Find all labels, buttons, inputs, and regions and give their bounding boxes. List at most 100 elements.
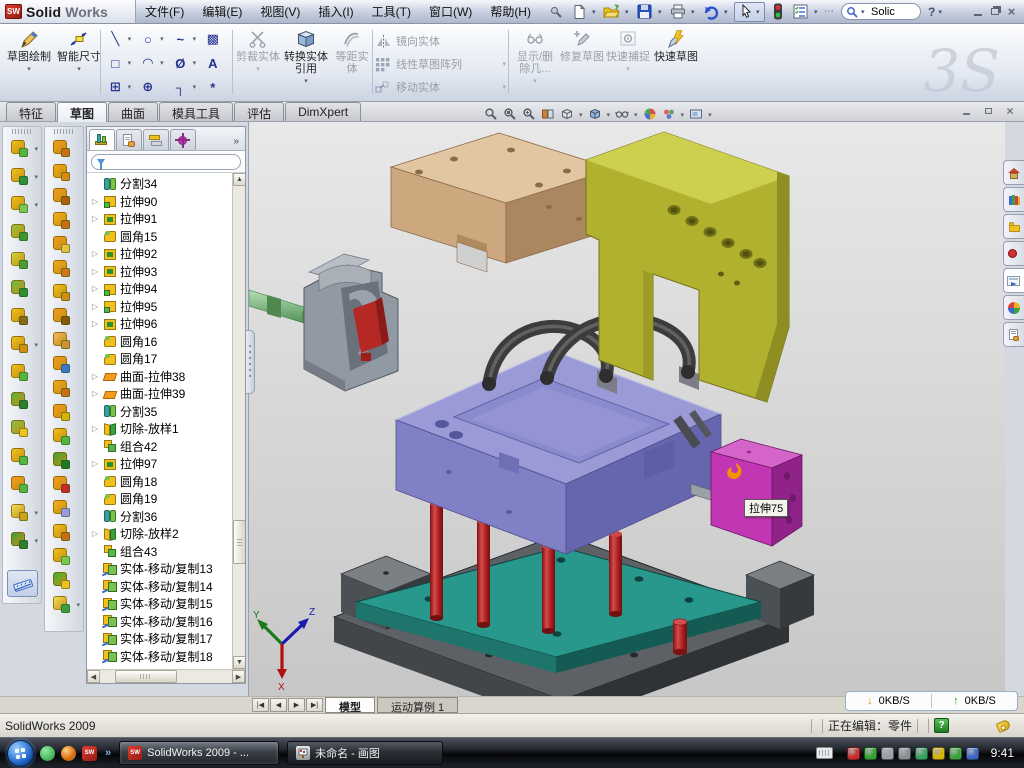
taskpane-tab-file-explorer[interactable]	[1003, 214, 1024, 239]
reference-geometry-dropdown[interactable]: ▾	[34, 509, 38, 517]
scroll-left-button[interactable]: ◀	[87, 670, 100, 683]
doc-tab-nav-0[interactable]: |◀	[252, 698, 269, 712]
repair-sketch-button[interactable]: 修复草图	[560, 27, 604, 99]
panel-splitter-handle[interactable]	[246, 330, 255, 394]
tree-horizontal-scrollbar[interactable]: ◀ ▶	[87, 669, 245, 683]
tree-item[interactable]: 圆角18	[90, 473, 245, 491]
tree-item[interactable]: ▷拉伸97	[90, 455, 245, 473]
sketch-entity-2-1[interactable]: ⊕	[136, 76, 161, 99]
undo-icon[interactable]	[701, 3, 721, 21]
tree-item[interactable]: ▷拉伸96	[90, 315, 245, 333]
revolved-boss-dropdown[interactable]: ▾	[34, 173, 38, 181]
tree-item[interactable]: ▷拉伸95	[90, 298, 245, 316]
tab-model[interactable]: 模型	[325, 697, 375, 713]
display-delete-dropdown[interactable]: ▾	[533, 77, 537, 85]
tree-item[interactable]: ▷拉伸91	[90, 210, 245, 228]
tree-expander[interactable]: ▷	[90, 267, 100, 276]
tree-item[interactable]: ▷拉伸90	[90, 193, 245, 211]
dome-button[interactable]	[46, 567, 82, 591]
sketch-button[interactable]: 草图绘制 ▾	[4, 27, 54, 99]
tree-item[interactable]: ▷曲面-拉伸38	[90, 368, 245, 386]
tray-network-warning-icon[interactable]	[932, 747, 945, 760]
extend-surface-button[interactable]	[46, 495, 82, 519]
radiate-surface-button[interactable]	[46, 399, 82, 423]
pin-icon[interactable]	[546, 3, 566, 21]
tray-antivirus-icon[interactable]	[864, 747, 877, 760]
edit-appearance-button[interactable]	[643, 107, 657, 124]
new-dropdown[interactable]: ▾	[592, 8, 599, 16]
tooling-split-button[interactable]	[46, 279, 82, 303]
sketch-entity-1-0[interactable]: □	[103, 52, 128, 75]
toolbar-grip[interactable]	[54, 129, 74, 134]
trim-dropdown[interactable]: ▾	[256, 65, 260, 73]
toolbar-grip[interactable]	[12, 129, 32, 134]
tree-filter-input[interactable]	[91, 154, 241, 170]
quick-tips-icon[interactable]: ?	[934, 718, 949, 733]
apply-scene-dropdown[interactable]: ▾	[681, 111, 685, 119]
tree-expander[interactable]: ▷	[90, 319, 100, 328]
ribbon-tab-曲面[interactable]: 曲面	[108, 102, 158, 121]
search-input[interactable]	[871, 6, 913, 18]
tree-expander[interactable]: ▷	[90, 284, 100, 293]
shell-button[interactable]	[4, 387, 40, 415]
select-dropdown[interactable]: ▾	[756, 8, 763, 16]
sketch-entity-1-2[interactable]: Ø	[168, 52, 193, 75]
tree-item[interactable]: 分割36	[90, 508, 245, 526]
open-dropdown[interactable]: ▾	[625, 8, 632, 16]
section-view-button[interactable]	[541, 107, 555, 124]
linear-pattern-button[interactable]: ▾	[4, 331, 40, 359]
doc-close-button[interactable]: ×	[1002, 104, 1018, 118]
sketch-entity-dropdown[interactable]: ▾	[193, 83, 201, 91]
sketch-entity-dropdown[interactable]: ▾	[128, 35, 136, 43]
save-icon[interactable]	[635, 3, 655, 21]
fillet-surface-button[interactable]	[46, 543, 82, 567]
tree-item[interactable]: 圆角15	[90, 228, 245, 246]
thicken-button[interactable]	[46, 447, 82, 471]
view-orientation-button[interactable]	[560, 107, 574, 124]
reference-geometry-button[interactable]: ▾	[4, 499, 40, 527]
input-method-keyboard-icon[interactable]	[816, 747, 833, 759]
tree-item[interactable]: ▷拉伸93	[90, 263, 245, 281]
window-close-button[interactable]: ×	[1003, 4, 1020, 19]
zoom-to-fit-button[interactable]	[484, 107, 498, 124]
hscroll-thumb[interactable]	[115, 670, 177, 683]
menu-插入(I)[interactable]: 插入(I)	[309, 0, 362, 23]
doc-tab-nav-1[interactable]: ◀	[270, 698, 287, 712]
sketch-entity-dropdown[interactable]: ▾	[193, 59, 201, 67]
linear-sketch-pattern-button[interactable]: 线性草图阵列 ▾	[374, 52, 506, 76]
tree-item[interactable]: 实体-移动/复制13	[90, 560, 245, 578]
sketch-entity-0-2[interactable]: ~	[168, 28, 193, 51]
sketch-entity-0-3[interactable]: ▩	[201, 28, 226, 51]
scroll-down-button[interactable]: ▼	[233, 656, 245, 669]
sketch-entity-dropdown[interactable]: ▾	[160, 35, 168, 43]
view-orientation-dropdown[interactable]: ▾	[579, 111, 583, 119]
tab-motion-study[interactable]: 运动算例 1	[377, 697, 458, 713]
tree-expander[interactable]: ▷	[90, 389, 100, 398]
tree-item[interactable]: ▷切除-放样1	[90, 420, 245, 438]
tree-expander[interactable]: ▷	[90, 249, 100, 258]
tree-item[interactable]: 圆角17	[90, 350, 245, 368]
options-icon[interactable]	[791, 3, 811, 21]
taskpane-tab-solidworks-resources[interactable]	[1003, 160, 1024, 185]
tree-expander[interactable]: ▷	[90, 424, 100, 433]
taskpane-tab-view-palette[interactable]	[1003, 268, 1024, 293]
tray-security-ok-icon[interactable]	[949, 747, 962, 760]
hide-show-items-button[interactable]	[615, 107, 629, 124]
ribbon-tab-草图[interactable]: 草图	[57, 102, 107, 122]
options-dropdown[interactable]: ▾	[814, 8, 821, 16]
knit-surface-button[interactable]	[46, 423, 82, 447]
move-body-button[interactable]	[4, 471, 40, 499]
tree-vertical-scrollbar[interactable]: ▲ ▼	[232, 173, 245, 669]
tab-configurationmanager[interactable]	[143, 129, 169, 150]
taskbar-app-solidworks[interactable]: SW SolidWorks 2009 - ...	[119, 741, 279, 765]
sketch-entity-2-2[interactable]: ┐	[168, 76, 193, 99]
trim-entities-button[interactable]: 剪裁实体 ▾	[236, 27, 280, 99]
display-delete-relations-button[interactable]: 显示/删除几... ▾	[512, 27, 558, 99]
trim-surface-button[interactable]	[46, 519, 82, 543]
zoom-magnify-button[interactable]	[522, 107, 536, 124]
extruded-boss-button[interactable]: ▾	[4, 135, 40, 163]
tree-item[interactable]: ▷拉伸92	[90, 245, 245, 263]
tree-item[interactable]: 实体-移动/复制17	[90, 630, 245, 648]
tray-volume-icon[interactable]	[898, 747, 911, 760]
mirror-entities-button[interactable]: 镜向实体	[374, 29, 506, 53]
